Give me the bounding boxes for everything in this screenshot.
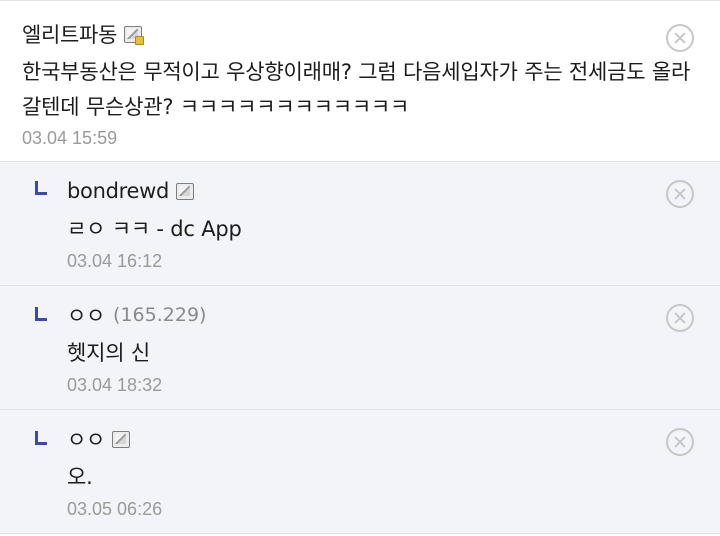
delete-reply-button[interactable] — [666, 428, 694, 456]
fixed-nick-icon — [112, 430, 131, 448]
delete-reply-button[interactable] — [666, 180, 694, 208]
reply-date: 03.04 16:12 — [67, 251, 163, 271]
nickname[interactable]: 엘리트파동 — [22, 19, 117, 49]
reply-date: 03.04 18:32 — [67, 375, 163, 395]
reply-date: 03.05 06:26 — [67, 499, 163, 519]
delete-comment-button[interactable] — [666, 24, 694, 52]
reply-author: bondrewd — [67, 178, 195, 204]
comment-item: 엘리트파동 한국부동산은 무적이고 우상향이래매? 그럼 다음세입자가 주는 전… — [0, 0, 720, 162]
reply-item: bondrewd ㄹㅇ ㅋㅋ - dc App 03.04 16:12 — [0, 162, 720, 286]
reply-author: ㅇㅇ — [67, 424, 131, 454]
reply-author: ㅇㅇ (165.229) — [67, 302, 206, 328]
reply-arrow-icon — [35, 181, 47, 195]
fixed-nick-icon — [176, 182, 195, 200]
delete-reply-button[interactable] — [666, 304, 694, 332]
nickname[interactable]: ㅇㅇ — [67, 300, 105, 330]
nickname[interactable]: ㅇㅇ — [67, 424, 105, 454]
reply-item: ㅇㅇ (165.229) 헷지의 신 03.04 18:32 — [0, 286, 720, 410]
reply-text: ㄹㅇ ㅋㅋ - dc App — [67, 217, 242, 241]
reply-arrow-icon — [35, 431, 47, 445]
reply-arrow-icon — [35, 307, 47, 321]
comment-date: 03.04 15:59 — [22, 128, 118, 148]
nickname[interactable]: bondrewd — [67, 179, 169, 203]
reply-text: 헷지의 신 — [67, 341, 150, 365]
half-fixed-nick-icon — [124, 25, 145, 45]
reply-text: 오. — [67, 465, 93, 489]
reply-item: ㅇㅇ 오. 03.05 06:26 — [0, 410, 720, 534]
comment-text: 한국부동산은 무적이고 우상향이래매? 그럼 다음세입자가 주는 전세금도 올라… — [22, 60, 691, 119]
ip-address: (165.229) — [113, 304, 207, 326]
comment-author: 엘리트파동 — [22, 19, 145, 49]
